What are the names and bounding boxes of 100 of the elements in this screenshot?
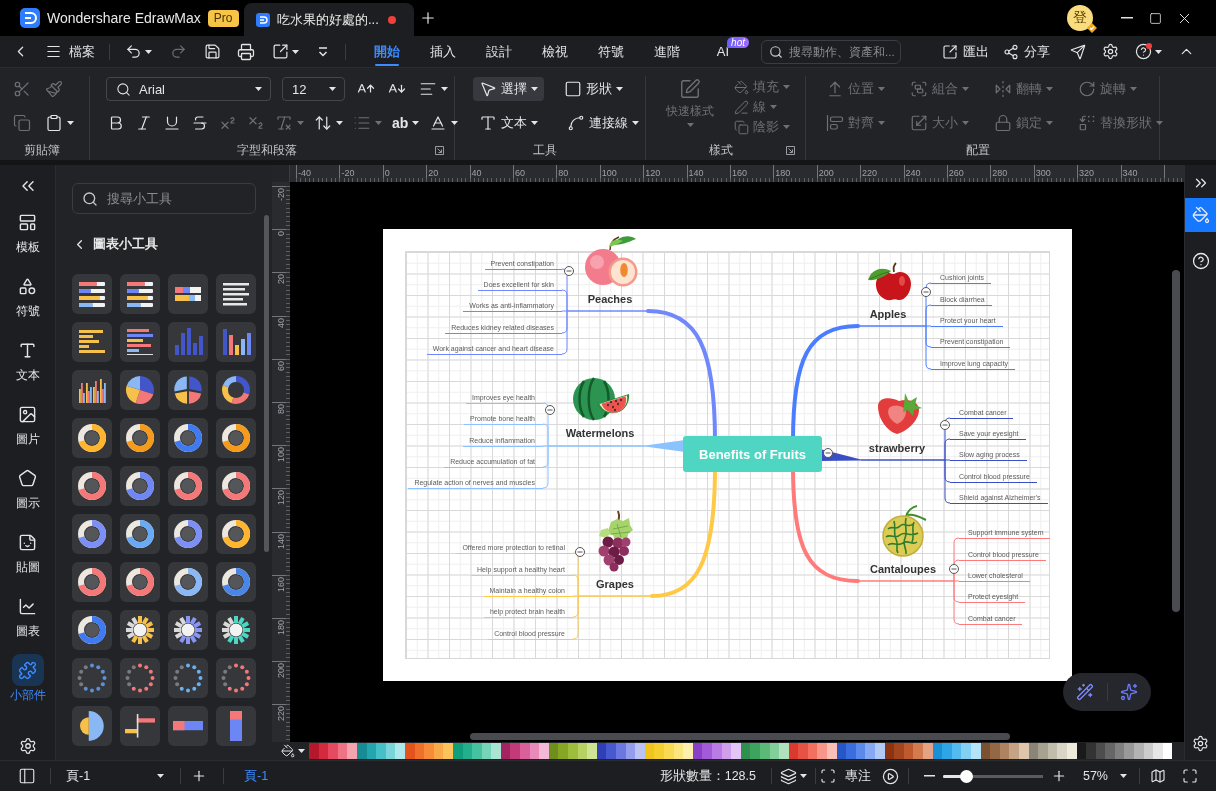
ai-wand-button[interactable] — [1075, 681, 1094, 703]
color-swatch[interactable] — [491, 743, 501, 759]
color-swatch[interactable] — [1038, 743, 1048, 759]
ribbon-tab[interactable]: 開始 — [359, 36, 415, 67]
color-swatch[interactable] — [1114, 743, 1125, 759]
ribbon-tab[interactable]: 設計 — [471, 36, 527, 67]
scrollbar[interactable] — [470, 733, 1010, 740]
launcher-button[interactable] — [435, 145, 444, 155]
color-swatch[interactable] — [1095, 743, 1106, 759]
color-swatch[interactable] — [846, 743, 856, 759]
color-swatch[interactable] — [951, 743, 962, 759]
widget-tile[interactable] — [120, 370, 160, 410]
page-select[interactable]: 頁-1 — [62, 764, 170, 788]
share-button[interactable]: 分享 — [1003, 39, 1050, 64]
widget-tile[interactable] — [72, 370, 112, 410]
ribbon-tab[interactable]: 插入 — [415, 36, 471, 67]
color-swatch[interactable] — [452, 743, 463, 759]
color-swatch[interactable] — [807, 743, 818, 759]
connector-button[interactable]: 連接線 — [561, 111, 645, 135]
widget-tile[interactable] — [72, 322, 112, 362]
color-swatch[interactable] — [1066, 743, 1077, 759]
widget-tile[interactable] — [168, 706, 208, 746]
color-swatch[interactable] — [376, 743, 386, 759]
color-swatch[interactable] — [999, 743, 1010, 759]
sidebar-item[interactable]: 貼圖 — [0, 526, 55, 590]
color-swatch[interactable] — [750, 743, 760, 759]
widget-tile[interactable] — [72, 274, 112, 314]
color-swatch[interactable] — [683, 743, 693, 759]
select-button[interactable]: 選擇 — [473, 77, 544, 101]
color-swatch[interactable] — [721, 743, 732, 759]
color-swatch[interactable] — [817, 743, 828, 759]
color-swatch[interactable] — [875, 743, 885, 759]
color-swatch[interactable] — [558, 743, 569, 759]
color-swatch[interactable] — [539, 743, 549, 759]
color-swatch[interactable] — [356, 743, 367, 759]
color-swatch[interactable] — [798, 743, 808, 759]
ribbon-tab[interactable]: 符號 — [583, 36, 639, 67]
color-swatch[interactable] — [692, 743, 703, 759]
collapse-icon[interactable] — [921, 287, 931, 297]
sidebar-item[interactable]: 文本 — [0, 334, 55, 398]
color-swatch[interactable] — [568, 743, 578, 759]
collapse-icon[interactable] — [575, 547, 585, 557]
color-swatch[interactable] — [520, 743, 530, 759]
color-swatch[interactable] — [443, 743, 453, 759]
color-swatch[interactable] — [894, 743, 904, 759]
color-swatch[interactable] — [759, 743, 770, 759]
sidebar-item[interactable]: 符號 — [0, 270, 55, 334]
focus-button[interactable]: 專注 — [819, 764, 871, 788]
color-swatch[interactable] — [644, 743, 655, 759]
color-swatch[interactable] — [635, 743, 645, 759]
color-swatch[interactable] — [1018, 743, 1029, 759]
widget-tile[interactable] — [216, 706, 256, 746]
color-swatch[interactable] — [596, 743, 607, 759]
color-swatch[interactable] — [1134, 743, 1144, 759]
color-swatch[interactable] — [529, 743, 540, 759]
export-button[interactable]: 匯出 — [942, 39, 989, 64]
color-swatch[interactable] — [990, 743, 1000, 759]
color-swatch[interactable] — [606, 743, 616, 759]
color-swatch[interactable] — [404, 743, 415, 759]
color-swatch[interactable] — [1076, 743, 1087, 759]
color-swatch[interactable] — [337, 743, 348, 759]
format-panel-button[interactable] — [1185, 198, 1216, 232]
widget-tile[interactable] — [168, 322, 208, 362]
color-swatch[interactable] — [1057, 743, 1067, 759]
color-swatch[interactable] — [587, 743, 597, 759]
shape-button[interactable]: 形狀 — [558, 77, 629, 101]
color-swatch[interactable] — [788, 743, 799, 759]
color-swatch[interactable] — [980, 743, 991, 759]
widget-tile[interactable] — [216, 370, 256, 410]
color-swatch[interactable] — [673, 743, 684, 759]
color-swatch[interactable] — [385, 743, 396, 759]
collapse-icon[interactable] — [823, 448, 833, 458]
color-swatch[interactable] — [328, 743, 338, 759]
color-swatch[interactable] — [827, 743, 837, 759]
color-swatch[interactable] — [903, 743, 914, 759]
color-swatch[interactable] — [961, 743, 971, 759]
search-field[interactable]: 搜尋動作、資產和... — [761, 39, 901, 64]
color-swatch[interactable] — [1028, 743, 1039, 759]
color-swatch[interactable] — [836, 743, 847, 759]
sidebar-item[interactable]: 圖表 — [0, 590, 55, 654]
color-swatch[interactable] — [1105, 743, 1115, 759]
color-swatch[interactable] — [1162, 743, 1173, 759]
color-swatch[interactable] — [318, 743, 329, 759]
font-size-select[interactable]: 12 — [282, 77, 345, 101]
color-swatch[interactable] — [855, 743, 866, 759]
color-swatch[interactable] — [1143, 743, 1154, 759]
color-swatch[interactable] — [500, 743, 511, 759]
font-select[interactable]: Arial — [106, 77, 271, 101]
color-swatch[interactable] — [366, 743, 377, 759]
color-swatch[interactable] — [616, 743, 626, 759]
collapse-icon[interactable] — [564, 266, 574, 276]
color-swatch[interactable] — [884, 743, 895, 759]
sidebar-item[interactable]: 圖片 — [0, 398, 55, 462]
color-swatch[interactable] — [548, 743, 559, 759]
color-swatch[interactable] — [711, 743, 722, 759]
sidebar-item[interactable]: 小部件 — [0, 654, 55, 718]
case-button[interactable]: ab — [391, 111, 421, 135]
widget-tile[interactable] — [216, 322, 256, 362]
color-swatch[interactable] — [462, 743, 473, 759]
text-button[interactable]: 文本 — [473, 111, 544, 135]
